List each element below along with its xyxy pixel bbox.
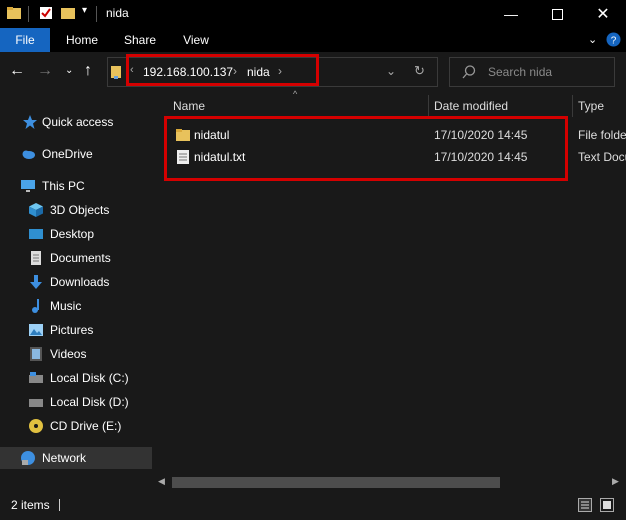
nav-local-disk-c[interactable]: Local Disk (C:) — [0, 367, 152, 389]
scroll-right-icon[interactable]: ▶ — [612, 476, 619, 487]
nav-downloads[interactable]: Downloads — [0, 271, 152, 293]
search-placeholder: Search nida — [488, 65, 553, 79]
close-icon: ✕ — [596, 6, 610, 23]
search-box[interactable]: Search nida — [449, 57, 615, 87]
file-type: File folder — [578, 128, 626, 142]
address-dropdown-icon[interactable]: ⌄ — [386, 64, 396, 78]
expand-ribbon-icon[interactable]: ⌄ — [588, 33, 597, 46]
cd-icon — [29, 419, 43, 433]
nav-onedrive[interactable]: OneDrive — [0, 143, 152, 165]
pictures-icon — [29, 324, 43, 336]
maximize-icon — [551, 8, 563, 20]
network-icon — [21, 451, 35, 465]
scroll-thumb[interactable] — [172, 477, 500, 488]
nav-pictures[interactable]: Pictures — [0, 319, 152, 341]
back-button[interactable]: ← — [9, 62, 25, 80]
column-date-modified[interactable]: Date modified — [434, 95, 508, 117]
new-folder-icon[interactable] — [60, 5, 76, 21]
nav-network[interactable]: Network — [0, 447, 152, 469]
minimize-button[interactable]: — — [488, 0, 534, 28]
nav-quick-access[interactable]: Quick access — [0, 111, 152, 133]
svg-text:?: ? — [611, 36, 617, 47]
customize-quick-access-icon[interactable]: ▾ — [82, 5, 87, 16]
item-count: 2 items — [11, 498, 50, 512]
up-button[interactable]: ↑ — [84, 62, 92, 80]
column-name[interactable]: Name — [173, 95, 205, 117]
minimize-icon: — — [504, 6, 518, 22]
nav-local-disk-d[interactable]: Local Disk (D:) — [0, 391, 152, 413]
tab-share[interactable]: Share — [118, 28, 162, 52]
nav-desktop[interactable]: Desktop — [0, 223, 152, 245]
details-view-icon[interactable] — [578, 498, 592, 512]
nav-documents[interactable]: Documents — [0, 247, 152, 269]
forward-arrow-icon: → — [37, 62, 53, 79]
nav-cd-drive[interactable]: CD Drive (E:) — [0, 415, 152, 437]
refresh-icon[interactable]: ↻ — [414, 63, 425, 79]
nav-this-pc[interactable]: This PC — [0, 175, 152, 197]
search-icon — [462, 65, 476, 79]
window-title: nida — [106, 6, 129, 20]
highlight-files — [164, 116, 568, 181]
forward-button[interactable]: → — [37, 62, 53, 80]
nav-videos[interactable]: Videos — [0, 343, 152, 365]
up-arrow-icon: ↑ — [84, 62, 92, 79]
sort-up-icon: ^ — [293, 89, 298, 99]
cube-icon — [29, 203, 43, 217]
nav-music[interactable]: Music — [0, 295, 152, 317]
title-bar: ▾ nida — ✕ — [0, 0, 626, 28]
recent-locations-icon[interactable]: ⌄ — [65, 65, 73, 76]
videos-icon — [30, 347, 42, 361]
scroll-left-icon[interactable]: ◀ — [158, 476, 165, 487]
close-button[interactable]: ✕ — [580, 0, 626, 28]
network-folder-icon — [111, 66, 121, 79]
column-header: ^ Name Date modified Type — [152, 89, 626, 117]
properties-icon[interactable] — [38, 5, 54, 21]
download-icon — [30, 275, 42, 289]
tab-view[interactable]: View — [176, 28, 216, 52]
tab-file[interactable]: File — [0, 28, 50, 52]
horizontal-scrollbar[interactable]: ◀ ▶ — [152, 474, 626, 491]
column-type[interactable]: Type — [578, 95, 604, 117]
nav-3d-objects[interactable]: 3D Objects — [0, 199, 152, 221]
disk-icon — [29, 372, 43, 383]
maximize-button[interactable] — [534, 0, 580, 28]
disk-icon — [29, 399, 43, 407]
documents-icon — [31, 251, 41, 265]
back-arrow-icon: ← — [9, 62, 25, 79]
star-icon — [23, 115, 37, 129]
ribbon-tabs: File Home Share View ⌄ ? — [0, 28, 626, 52]
monitor-icon — [21, 180, 35, 192]
tab-home[interactable]: Home — [60, 28, 104, 52]
large-icons-view-icon[interactable] — [600, 498, 614, 512]
desktop-icon — [29, 229, 43, 239]
help-icon[interactable]: ? — [606, 32, 621, 47]
status-bar: 2 items — [0, 491, 626, 520]
music-icon — [32, 299, 39, 313]
cloud-icon — [22, 150, 35, 159]
file-type: Text Docu — [578, 150, 626, 164]
folder-icon — [7, 7, 21, 19]
highlight-address — [126, 54, 319, 86]
